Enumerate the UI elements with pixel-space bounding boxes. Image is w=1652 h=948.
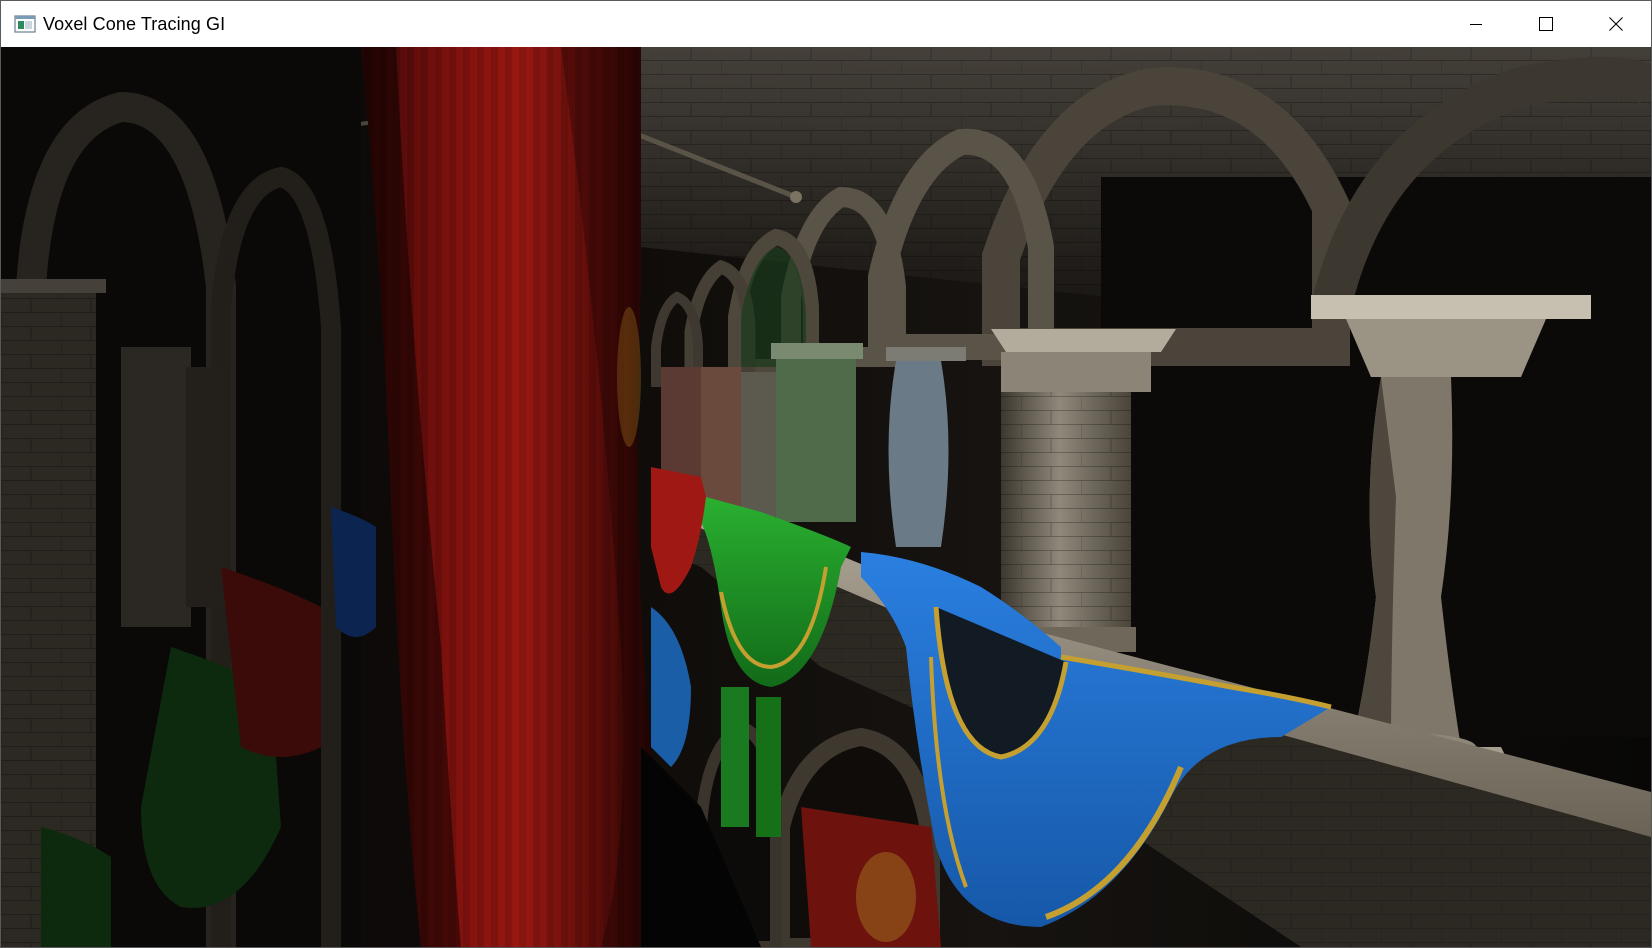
close-button[interactable]: [1581, 1, 1651, 47]
maximize-button[interactable]: [1511, 1, 1581, 47]
app-window: Voxel Cone Tracing GI: [0, 0, 1652, 948]
window-title: Voxel Cone Tracing GI: [43, 13, 226, 34]
title-bar[interactable]: Voxel Cone Tracing GI: [1, 1, 1651, 47]
scene-render: [1, 47, 1651, 947]
close-icon: [1609, 17, 1623, 31]
render-viewport[interactable]: [1, 47, 1651, 947]
maximize-icon: [1539, 17, 1553, 31]
window-controls: [1441, 1, 1651, 47]
minimize-button[interactable]: [1441, 1, 1511, 47]
minimize-icon: [1470, 24, 1482, 25]
window-app-icon: [14, 15, 36, 33]
